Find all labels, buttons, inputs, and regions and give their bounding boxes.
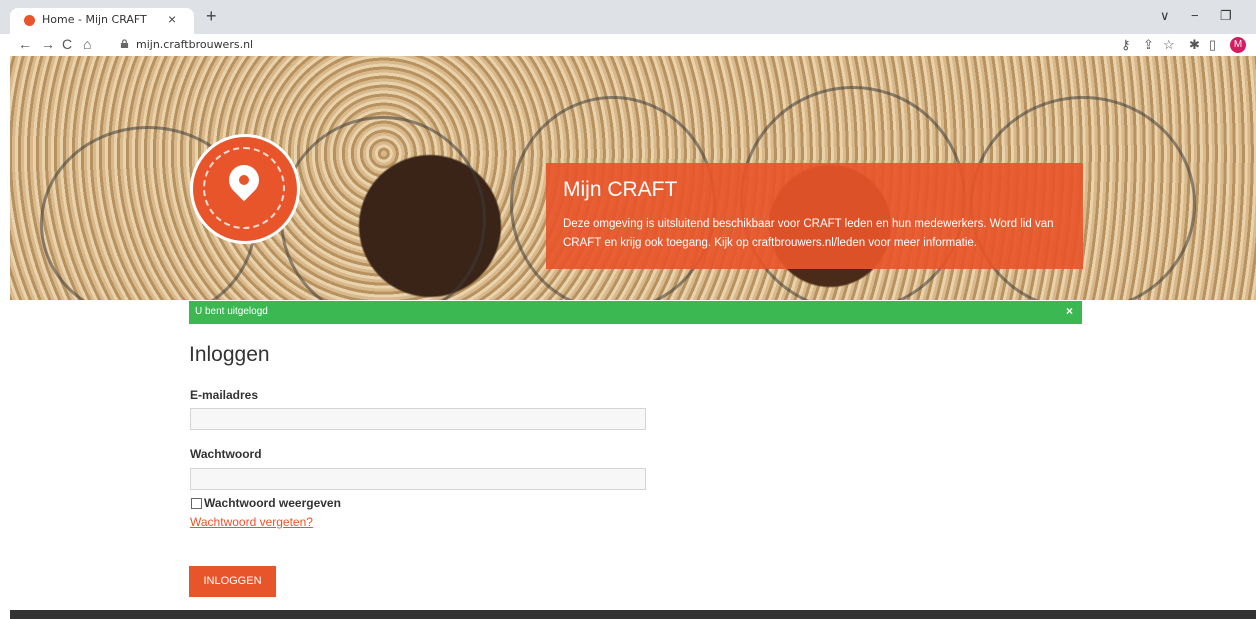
footer: [10, 610, 1256, 619]
banner-title: Mijn CRAFT: [563, 178, 678, 201]
restore-button[interactable]: ❐: [1220, 8, 1232, 24]
bookmark-star-icon[interactable]: ☆: [1163, 37, 1175, 53]
show-password-label[interactable]: Wachtwoord weergeven: [204, 496, 341, 510]
browser-toolbar: ← → C ⌂ mijn.craftbrouwers.nl ⚷ ⇪ ☆ ✱ ▯ …: [0, 34, 1256, 56]
password-field[interactable]: [190, 468, 646, 490]
new-tab-button[interactable]: +: [206, 6, 217, 27]
alert-message: U bent uitgelogd: [195, 306, 268, 317]
pin-hole: [239, 175, 249, 185]
key-icon[interactable]: ⚷: [1121, 37, 1131, 53]
forgot-password-link[interactable]: Wachtwoord vergeten?: [190, 515, 313, 529]
back-button[interactable]: ←: [18, 36, 32, 52]
email-label: E-mailadres: [190, 388, 259, 402]
tab-title: Home - Mijn CRAFT: [42, 13, 147, 26]
home-button[interactable]: ⌂: [83, 36, 91, 52]
craft-logo[interactable]: [190, 134, 300, 244]
share-icon[interactable]: ⇪: [1143, 37, 1154, 53]
login-button[interactable]: INLOGGEN: [189, 566, 276, 597]
browser-tab[interactable]: Home - Mijn CRAFT ×: [10, 8, 194, 34]
show-password-checkbox[interactable]: [191, 498, 202, 509]
jar-decoration: [280, 116, 486, 300]
password-label: Wachtwoord: [190, 447, 262, 461]
profile-avatar[interactable]: M: [1230, 37, 1246, 53]
minimize-button[interactable]: −: [1191, 8, 1199, 23]
reload-button[interactable]: C: [62, 36, 72, 52]
banner-text: Deze omgeving is uitsluitend beschikbaar…: [563, 218, 1054, 249]
forward-button[interactable]: →: [41, 36, 55, 52]
extensions-icon[interactable]: ✱: [1189, 37, 1200, 53]
favicon-icon: [24, 15, 35, 26]
email-field[interactable]: [190, 408, 646, 430]
tab-search-icon[interactable]: ∨: [1160, 8, 1170, 24]
alert-close-icon[interactable]: ×: [1066, 304, 1073, 318]
side-panel-icon[interactable]: ▯: [1209, 37, 1216, 53]
info-banner: Mijn CRAFT Deze omgeving is uitsluitend …: [546, 163, 1083, 269]
tab-close-icon[interactable]: ×: [168, 11, 176, 27]
login-heading: Inloggen: [189, 343, 270, 366]
address-bar[interactable]: mijn.craftbrouwers.nl: [136, 38, 253, 51]
lock-icon[interactable]: [120, 39, 129, 48]
browser-tabstrip: Home - Mijn CRAFT × + ∨ − ❐: [0, 0, 1256, 34]
logout-alert: U bent uitgelogd ×: [189, 301, 1082, 324]
